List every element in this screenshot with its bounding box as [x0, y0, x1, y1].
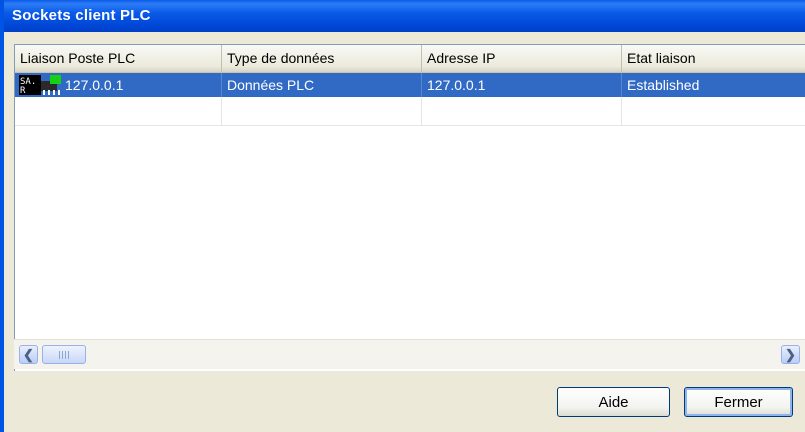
column-header-etat[interactable]: Etat liaison	[622, 45, 805, 72]
window-title[interactable]: Sockets client PLC	[4, 0, 805, 32]
cell-etat: Established	[627, 77, 700, 93]
help-button[interactable]: Aide	[557, 387, 670, 417]
cell-empty	[222, 97, 422, 125]
svg-text:R: R	[20, 86, 26, 95]
arrow-right-icon[interactable]: ❯	[781, 345, 800, 364]
close-button[interactable]: Fermer	[684, 387, 793, 417]
arrow-left-icon[interactable]: ❮	[19, 345, 38, 364]
cell-liaison: SA. R 127.0.0.1	[15, 73, 222, 97]
column-header-liaison[interactable]: Liaison Poste PLC	[15, 45, 222, 72]
cell-empty	[422, 97, 622, 125]
sockets-list[interactable]: Liaison Poste PLC Type de données Adress…	[14, 44, 805, 371]
grip-icon	[59, 351, 69, 359]
list-header: Liaison Poste PLC Type de données Adress…	[15, 45, 805, 73]
horizontal-scrollbar[interactable]: ❮ ❯	[14, 339, 805, 369]
list-item-empty[interactable]	[15, 97, 805, 126]
scrollbar-thumb[interactable]	[42, 345, 86, 364]
dialog-window: Sockets client PLC Liaison Poste PLC Typ…	[0, 0, 805, 432]
plc-connection-icon: SA. R	[19, 75, 63, 96]
cell-ip: 127.0.0.1	[422, 73, 622, 97]
table-row[interactable]: SA. R 127.0.0.1 Données PLC 127.0.0.1 Es…	[15, 73, 805, 97]
cell-type: Données PLC	[222, 73, 422, 97]
liaison-value: 127.0.0.1	[65, 77, 124, 93]
column-header-ip[interactable]: Adresse IP	[422, 45, 622, 72]
cell-empty	[15, 97, 222, 125]
column-header-type[interactable]: Type de données	[222, 45, 422, 72]
cell-empty	[622, 97, 805, 125]
